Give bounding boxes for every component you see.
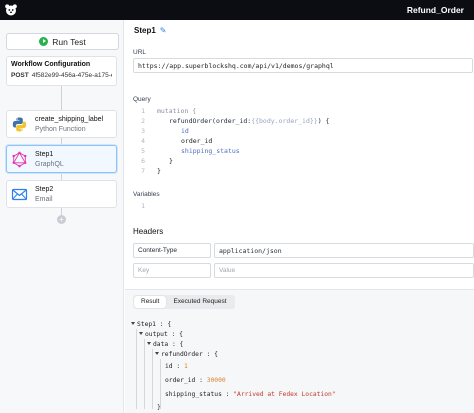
connector-line <box>61 173 62 180</box>
json-brace: { <box>179 341 184 348</box>
workflow-sidebar: Run Test Workflow Configuration POST 4f58… <box>0 20 124 413</box>
url-input[interactable]: https://app.superblockshq.com/api/v1/dem… <box>133 58 473 73</box>
workflow-title: Refund_Order <box>406 5 464 15</box>
json-key: shipping_status <box>165 391 222 398</box>
json-key: refundOrder <box>161 351 203 358</box>
code-text: } <box>169 157 173 165</box>
superblocks-logo-icon[interactable] <box>4 3 18 17</box>
step-title: Step1 ✎ <box>134 26 167 35</box>
http-method: POST <box>11 72 29 79</box>
headers-title: Headers <box>133 227 164 236</box>
line-number: 1 <box>141 107 145 115</box>
code-text: id <box>181 127 189 135</box>
workflow-id: 4f582e99-456a-475e-a175-e... <box>31 72 112 79</box>
json-node-refundorder[interactable]: refundOrder : { <box>155 350 218 360</box>
json-node-data[interactable]: data : { <box>147 340 183 350</box>
line-number: 6 <box>141 157 145 165</box>
code-text: mutation { <box>157 107 197 115</box>
step-editor: Step1 ✎ URL https://app.superblockshq.co… <box>125 20 474 413</box>
response-panel: Result Executed Request Step1 : { output… <box>125 289 474 413</box>
json-node-step1[interactable]: Step1 : { <box>131 320 171 330</box>
step-title-text: Step1 <box>134 26 156 35</box>
line-number: 4 <box>141 137 145 145</box>
json-brace: { <box>179 331 183 338</box>
code-text: refundOrder(order_id: <box>169 117 252 125</box>
json-brace: { <box>214 351 218 358</box>
variables-label: Variables <box>133 191 160 198</box>
json-brace: { <box>167 321 172 328</box>
json-node-output[interactable]: output : { <box>139 330 183 340</box>
code-text: } <box>157 167 161 175</box>
graphql-icon <box>12 151 27 167</box>
json-field-order-id: order_id : 30000 <box>165 377 226 384</box>
tab-executed-request[interactable]: Executed Request <box>166 296 233 308</box>
expand-caret-icon <box>131 322 135 325</box>
url-label: URL <box>133 49 147 56</box>
step-card-create-shipping-label[interactable]: create_shipping_label Python Function <box>6 110 117 138</box>
query-editor[interactable]: 1 mutation { 2 refundOrder(order_id: {{body… <box>133 106 474 176</box>
play-icon <box>39 37 49 46</box>
code-text: order_id <box>181 137 213 145</box>
top-bar: Refund_Order <box>0 0 474 20</box>
expand-caret-icon <box>139 332 143 335</box>
line-number: 7 <box>141 167 145 175</box>
json-key: data <box>153 341 169 348</box>
connector-line <box>61 208 62 215</box>
query-label: Query <box>133 96 151 103</box>
json-value: 30000 <box>206 377 226 384</box>
connector-line <box>61 86 62 110</box>
step-name: create_shipping_label <box>35 115 104 123</box>
header-value-placeholder-input[interactable]: Value <box>214 263 474 278</box>
expand-caret-icon <box>155 352 159 355</box>
template-binding: {{body.order_id}} <box>251 117 318 125</box>
header-key-input[interactable]: Content-Type <box>133 243 211 258</box>
json-key: id <box>165 363 173 370</box>
header-value-input[interactable]: application/json <box>214 243 474 258</box>
json-field-shipping-status: shipping_status : "Arrived at Fedex Loca… <box>165 391 336 398</box>
connector-line <box>61 138 62 145</box>
email-icon <box>11 188 28 200</box>
json-field-id: id : 1 <box>165 363 188 370</box>
step-type: Python Function <box>35 125 86 133</box>
response-tabs: Result Executed Request <box>133 295 235 309</box>
step-card-step1[interactable]: Step1 GraphQL <box>6 145 117 173</box>
step-type: GraphQL <box>35 160 64 168</box>
json-key: output <box>145 331 168 338</box>
line-number: 2 <box>141 117 145 125</box>
edit-pencil-icon[interactable]: ✎ <box>160 26 167 35</box>
line-number: 5 <box>141 147 145 155</box>
add-step-button[interactable]: + <box>57 215 66 224</box>
step-name: Step1 <box>35 150 54 158</box>
tab-result[interactable]: Result <box>134 296 167 308</box>
json-value: "Arrived at Fedex Location" <box>233 391 336 398</box>
json-key: order_id <box>165 377 196 384</box>
run-test-label: Run Test <box>52 36 86 47</box>
header-key-placeholder-input[interactable]: Key <box>133 263 211 278</box>
code-text: ) { <box>317 117 330 125</box>
expand-caret-icon <box>147 342 151 345</box>
variables-editor[interactable]: 1 <box>133 202 145 210</box>
config-title: Workflow Configuration <box>11 61 91 68</box>
run-test-button[interactable]: Run Test <box>6 33 119 50</box>
workflow-configuration-card[interactable]: Workflow Configuration POST 4f582e99-456a… <box>6 56 117 86</box>
code-text: shipping_status <box>181 147 240 155</box>
python-icon <box>12 117 27 131</box>
step-type: Email <box>35 195 53 203</box>
line-number: 3 <box>141 127 145 135</box>
json-closing-brace: } <box>157 404 161 411</box>
step-name: Step2 <box>35 185 54 193</box>
json-key: Step1 <box>137 321 156 328</box>
line-number: 1 <box>141 202 145 210</box>
step-card-step2[interactable]: Step2 Email <box>6 180 117 208</box>
json-value: 1 <box>183 363 188 370</box>
